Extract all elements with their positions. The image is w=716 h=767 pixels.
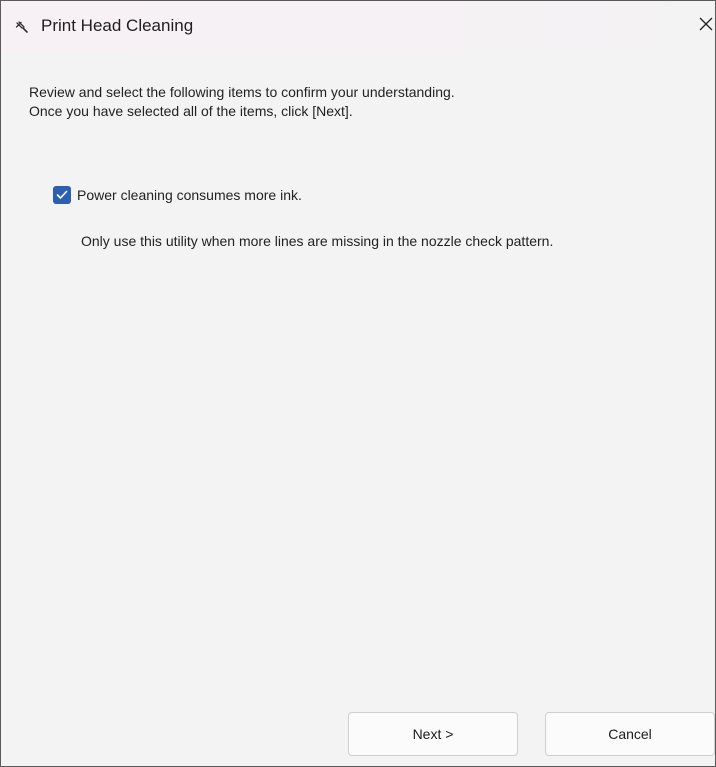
close-icon (699, 17, 713, 31)
brush-icon (15, 20, 29, 34)
instructions: Review and select the following items to… (29, 83, 455, 121)
window-title: Print Head Cleaning (41, 16, 194, 35)
instructions-line-1: Review and select the following items to… (29, 84, 455, 100)
instructions-line-2: Once you have selected all of the items,… (29, 103, 353, 119)
cancel-button[interactable]: Cancel (545, 712, 715, 756)
title-bar: Print Head Cleaning (1, 1, 715, 51)
usage-note: Only use this utility when more lines ar… (81, 233, 554, 249)
close-button[interactable] (697, 11, 715, 37)
next-button[interactable]: Next > (348, 712, 518, 756)
checkbox-label[interactable]: Power cleaning consumes more ink. (77, 187, 302, 203)
power-cleaning-confirm-checkbox[interactable]: Power cleaning consumes more ink. (53, 184, 302, 206)
checkmark-icon (56, 190, 68, 199)
checkbox-checked[interactable] (53, 186, 71, 204)
print-head-cleaning-dialog: Print Head Cleaning Review and select th… (0, 0, 716, 767)
